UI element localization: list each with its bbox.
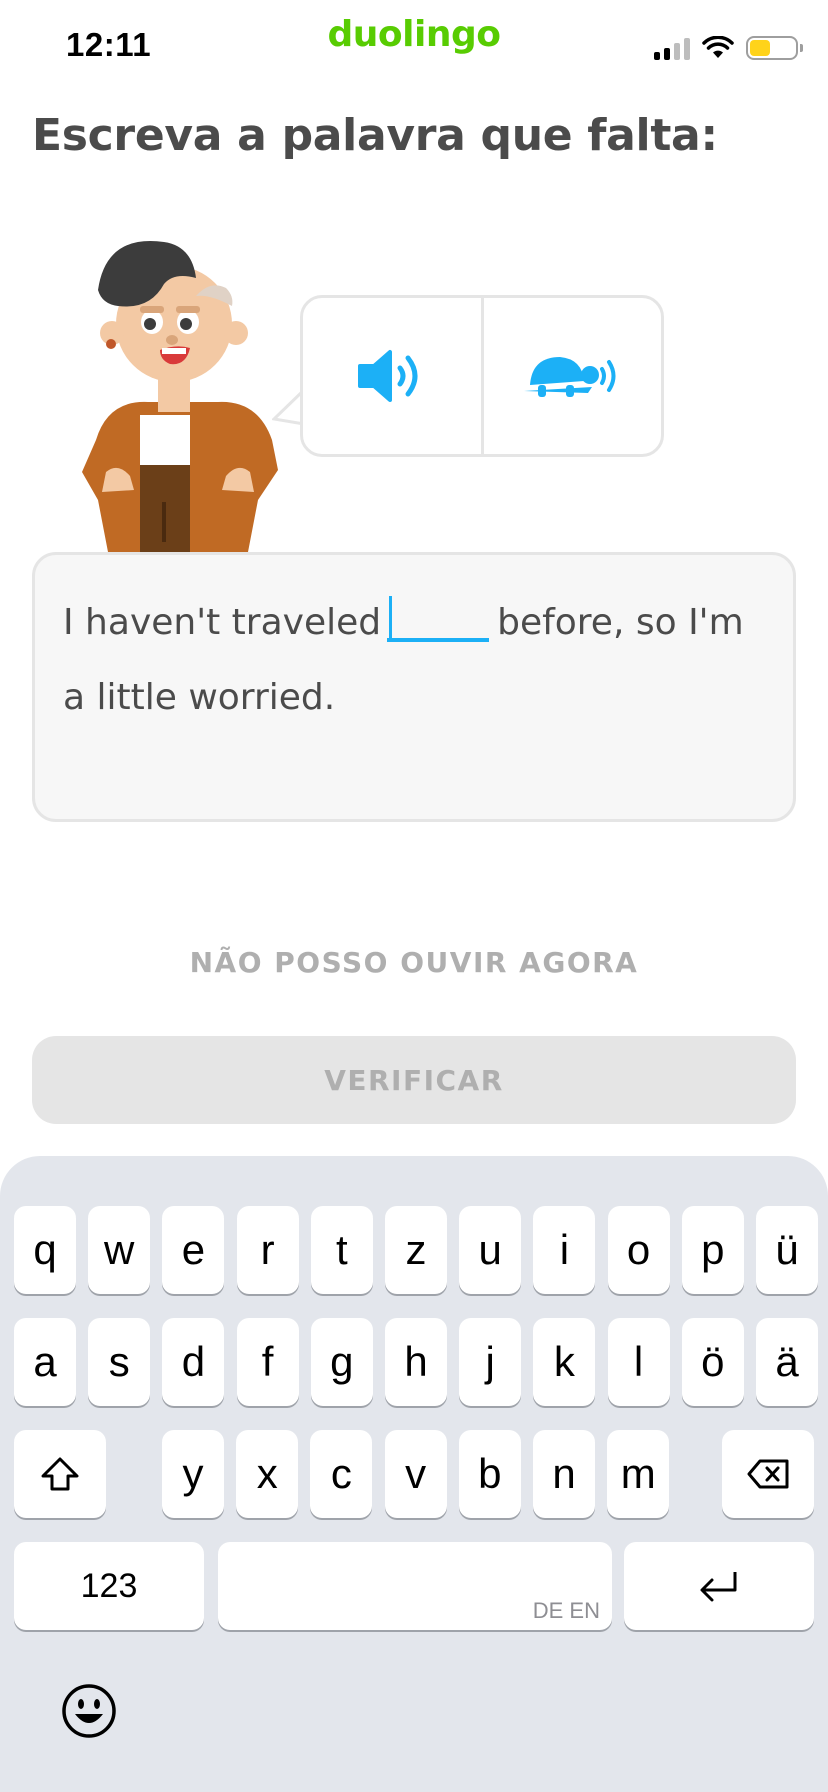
numbers-key[interactable]: 123: [14, 1542, 204, 1630]
emoji-icon[interactable]: [60, 1682, 118, 1740]
key-v[interactable]: v: [384, 1430, 447, 1518]
space-key[interactable]: DE EN: [218, 1542, 612, 1630]
key-q[interactable]: q: [14, 1206, 76, 1294]
key-w[interactable]: w: [88, 1206, 151, 1294]
key-f[interactable]: f: [236, 1318, 299, 1406]
key-a[interactable]: a: [14, 1318, 76, 1406]
sentence-text-before: I haven't traveled: [63, 602, 382, 643]
key-l[interactable]: l: [607, 1318, 670, 1406]
shift-icon: [41, 1457, 79, 1491]
cant-listen-now-button[interactable]: NÃO POSSO OUVIR AGORA: [0, 946, 828, 979]
key-ü[interactable]: ü: [756, 1206, 818, 1294]
status-icons: [654, 36, 803, 60]
character-illustration: [82, 241, 278, 552]
key-h[interactable]: h: [385, 1318, 447, 1406]
key-j[interactable]: j: [459, 1318, 522, 1406]
key-ö[interactable]: ö: [681, 1318, 744, 1406]
key-ä[interactable]: ä: [756, 1318, 818, 1406]
key-x[interactable]: x: [236, 1430, 299, 1518]
exercise-prompt: Escreva a palavra que falta:: [32, 110, 718, 161]
key-p[interactable]: p: [681, 1206, 744, 1294]
battery-icon: [746, 36, 803, 60]
return-icon: [700, 1572, 737, 1602]
key-i[interactable]: i: [533, 1206, 596, 1294]
key-o[interactable]: o: [607, 1206, 670, 1294]
return-key[interactable]: [624, 1542, 814, 1630]
key-s[interactable]: s: [88, 1318, 151, 1406]
shift-key[interactable]: [14, 1430, 106, 1518]
status-bar: 12:11 duolingo: [0, 0, 828, 100]
key-m[interactable]: m: [607, 1430, 670, 1518]
turtle-icon: [524, 357, 616, 397]
numbers-key-label: 123: [80, 1566, 138, 1605]
key-u[interactable]: u: [459, 1206, 522, 1294]
key-c[interactable]: c: [310, 1430, 373, 1518]
key-b[interactable]: b: [458, 1430, 521, 1518]
key-e[interactable]: e: [162, 1206, 225, 1294]
cellular-signal-icon: [654, 36, 690, 60]
key-n[interactable]: n: [533, 1430, 595, 1518]
play-audio-button[interactable]: [303, 298, 481, 454]
wifi-icon: [702, 36, 734, 58]
check-button[interactable]: VERIFICAR: [32, 1036, 796, 1124]
key-g[interactable]: g: [310, 1318, 373, 1406]
key-k[interactable]: k: [533, 1318, 596, 1406]
speaker-icon: [357, 350, 418, 402]
key-t[interactable]: t: [310, 1206, 373, 1294]
answer-input[interactable]: [387, 590, 490, 642]
key-z[interactable]: z: [385, 1206, 447, 1294]
play-slow-audio-button[interactable]: [480, 298, 662, 454]
backspace-key[interactable]: [722, 1430, 814, 1518]
keyboard-language-hint: DE EN: [532, 1598, 600, 1623]
key-r[interactable]: r: [236, 1206, 299, 1294]
backspace-icon: [747, 1459, 789, 1489]
key-y[interactable]: y: [162, 1430, 224, 1518]
sentence-box: I haven't traveled before, so I'm a littl…: [32, 552, 796, 822]
text-caret: [389, 596, 393, 638]
speech-bubble: [300, 295, 664, 457]
key-d[interactable]: d: [162, 1318, 225, 1406]
